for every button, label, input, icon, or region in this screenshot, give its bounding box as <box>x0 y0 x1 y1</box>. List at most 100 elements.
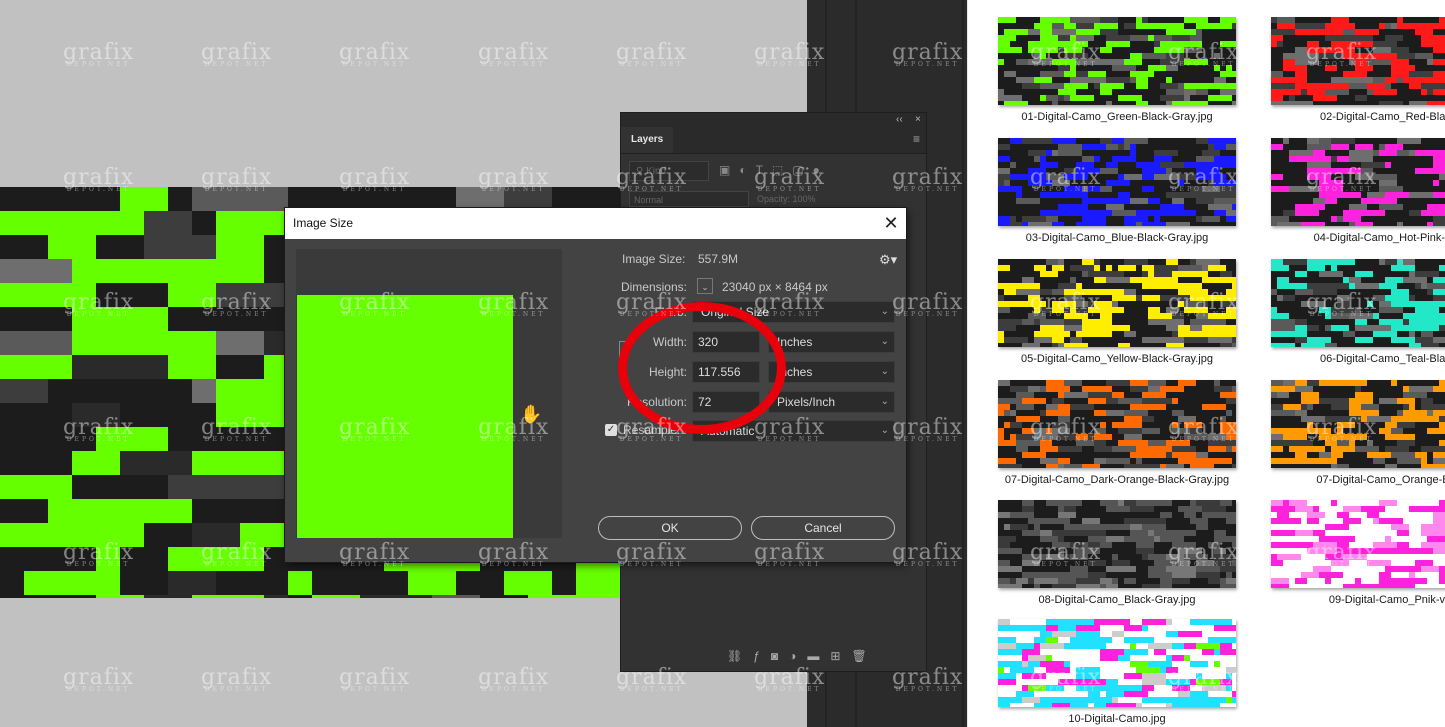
file-thumbnail[interactable] <box>1271 380 1445 468</box>
file-thumbnail[interactable] <box>1271 259 1445 347</box>
camo-block <box>1190 446 1196 452</box>
camo-block <box>1391 572 1403 578</box>
camo-block <box>1220 584 1232 588</box>
file-thumbnail[interactable] <box>998 619 1236 707</box>
file-thumbnail[interactable] <box>998 17 1236 105</box>
camo-block <box>1226 307 1236 313</box>
file-thumbnail[interactable] <box>998 259 1236 347</box>
camo-block <box>1337 500 1355 506</box>
camo-block <box>1433 518 1445 524</box>
camo-block <box>1052 422 1070 428</box>
camo-block <box>1277 277 1283 283</box>
camo-block <box>1313 150 1319 156</box>
camo-block <box>1124 578 1136 584</box>
camo-block <box>1379 572 1391 578</box>
camo-block <box>1142 168 1166 174</box>
camo-block <box>1154 530 1178 536</box>
file-name[interactable]: 01-Digital-Camo_Green-Black-Gray.jpg <box>992 111 1242 123</box>
camo-block <box>1100 186 1112 192</box>
camo-block <box>1034 572 1052 578</box>
file-name[interactable]: 10-Digital-Camo.jpg <box>992 713 1242 725</box>
camo-block <box>1070 572 1088 578</box>
file-thumbnail[interactable] <box>998 500 1236 588</box>
camo-block <box>1052 661 1064 667</box>
camo-block <box>1094 410 1106 416</box>
camo-block <box>998 337 1004 343</box>
camo-block <box>168 547 216 571</box>
file-thumbnail[interactable] <box>1271 138 1445 226</box>
height-unit-select[interactable]: Inches ⌄ <box>768 361 895 383</box>
camo-block <box>1208 265 1214 271</box>
width-unit-select[interactable]: Inches ⌄ <box>768 331 895 353</box>
blend-mode-select[interactable]: Normal <box>629 191 749 207</box>
file-thumbnail[interactable] <box>1271 17 1445 105</box>
file-name[interactable]: 02-Digital-Camo_Red-Black- <box>1265 111 1445 123</box>
image-preview[interactable] <box>296 249 562 538</box>
camo-block <box>1379 283 1397 289</box>
camo-block <box>998 47 1022 53</box>
chevron-down-icon[interactable]: ⌄ <box>697 278 713 294</box>
camo-block <box>1421 554 1439 560</box>
camo-block <box>1166 168 1172 174</box>
file-thumbnail[interactable] <box>998 138 1236 226</box>
file-thumbnail[interactable] <box>1271 500 1445 588</box>
camo-block <box>1130 277 1154 283</box>
layer-filter-icons[interactable]: ▣◐T⬚▢● <box>719 163 829 177</box>
camo-block <box>1379 428 1391 434</box>
camo-block <box>1421 464 1445 468</box>
chevron-down-icon: ⌄ <box>880 336 889 347</box>
layers-bottom-toolbar[interactable]: ⛓ƒ◙◑▬⊞🗑 <box>727 649 878 663</box>
layer-filter-select[interactable]: ⚲ Kind <box>629 161 709 181</box>
opacity-control[interactable]: Opacity: 100% <box>757 191 816 207</box>
camo-block <box>1232 434 1236 440</box>
tab-layers[interactable]: Layers <box>621 127 674 153</box>
file-name[interactable]: 09-Digital-Camo_Pnik-v1 <box>1265 594 1445 606</box>
file-name[interactable]: 07-Digital-Camo_Dark-Orange-Black-Gray.j… <box>992 474 1242 486</box>
camo-block <box>1178 301 1184 307</box>
camo-block <box>1076 319 1082 325</box>
camo-block <box>1355 29 1367 35</box>
file-name[interactable]: 06-Digital-Camo_Teal-Black- <box>1265 353 1445 365</box>
camo-block <box>1040 222 1052 226</box>
ok-button[interactable]: OK <box>598 516 742 540</box>
camo-block <box>1355 578 1361 584</box>
camo-block <box>1319 186 1343 192</box>
collapse-icon[interactable]: ‹‹ <box>896 113 903 127</box>
camo-block <box>216 403 288 427</box>
camo-block <box>1088 392 1112 398</box>
file-name[interactable]: 08-Digital-Camo_Black-Gray.jpg <box>992 594 1242 606</box>
camo-block <box>1106 41 1130 47</box>
camo-block <box>1283 53 1301 59</box>
camo-block <box>1379 144 1385 150</box>
file-name[interactable]: 05-Digital-Camo_Yellow-Black-Gray.jpg <box>992 353 1242 365</box>
camo-block <box>1232 295 1236 301</box>
camo-block <box>1088 71 1106 77</box>
camo-block <box>1040 271 1058 277</box>
camo-block <box>1022 343 1040 347</box>
close-icon[interactable]: × <box>915 113 921 127</box>
camo-block <box>1232 337 1236 343</box>
file-name[interactable]: 04-Digital-Camo_Hot-Pink-Blac <box>1265 232 1445 244</box>
file-name[interactable]: 07-Digital-Camo_Orange-Blac <box>1265 474 1445 486</box>
camo-block <box>1172 313 1184 319</box>
dialog-close-button[interactable]: ✕ <box>876 208 906 239</box>
gear-icon[interactable]: ⚙▾ <box>879 252 897 268</box>
panel-menu-icon[interactable]: ≡ <box>913 132 920 146</box>
file-name[interactable]: 03-Digital-Camo_Blue-Black-Gray.jpg <box>992 232 1242 244</box>
camo-block <box>1439 101 1445 105</box>
camo-block <box>1289 283 1307 289</box>
camo-block <box>1391 23 1397 29</box>
camo-block <box>1052 572 1070 578</box>
search-icon: ⚲ <box>636 166 644 177</box>
file-thumbnail[interactable] <box>998 380 1236 468</box>
camo-block <box>1046 216 1058 222</box>
camo-block <box>1397 150 1409 156</box>
resolution-unit-select[interactable]: Pixels/Inch ⌄ <box>768 391 895 413</box>
opacity-value: 100% <box>792 194 816 204</box>
camo-block <box>1421 83 1445 89</box>
camo-block <box>1112 295 1136 301</box>
cancel-button[interactable]: Cancel <box>751 516 895 540</box>
camo-block <box>1427 59 1433 65</box>
resample-checkbox[interactable]: ✓ <box>605 424 617 436</box>
camo-block <box>1277 554 1301 560</box>
